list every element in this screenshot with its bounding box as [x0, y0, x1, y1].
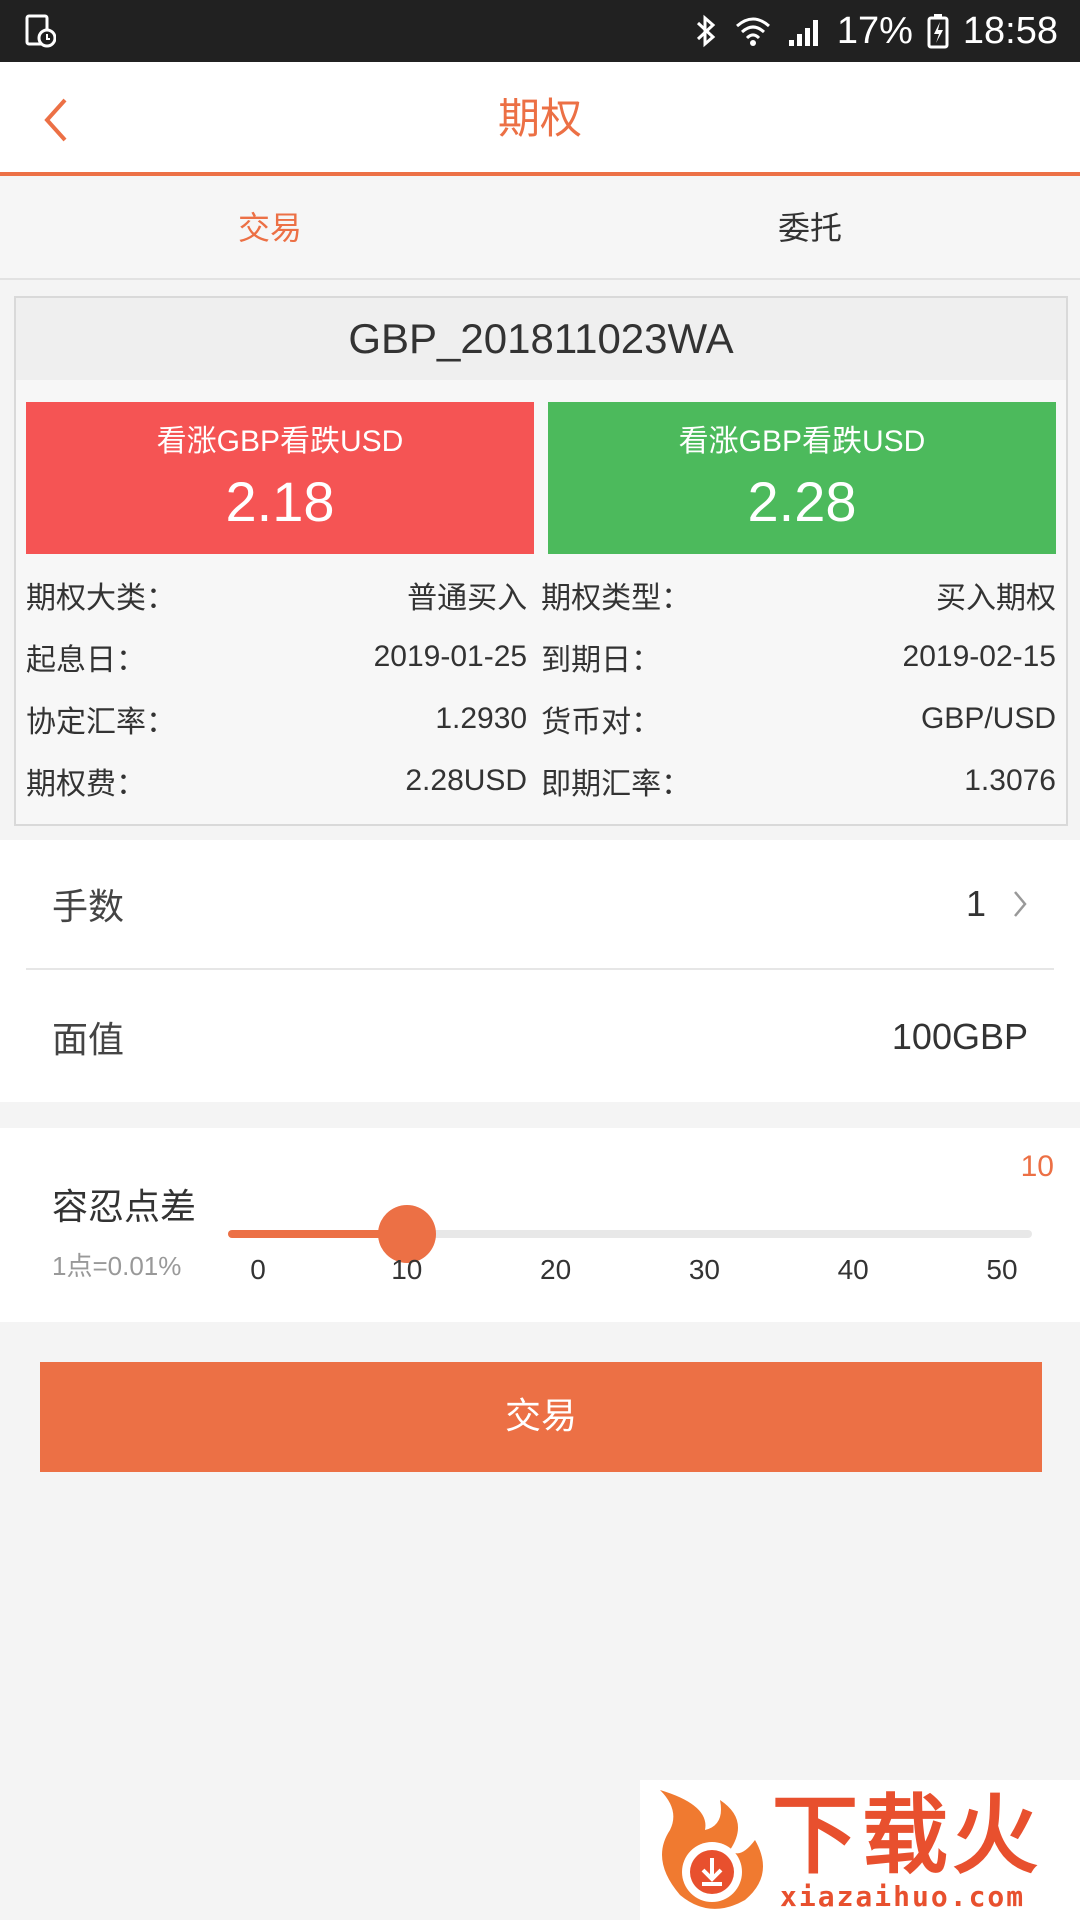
detail-value-date: 起息日： 2019-01-25 [26, 626, 541, 688]
tab-bar: 交易 委托 [0, 180, 1080, 280]
detail-spot-rate: 即期汇率： 1.3076 [541, 750, 1056, 812]
status-bar: 17% 18:58 [0, 0, 1080, 62]
detail-label: 协定汇率： [26, 706, 176, 739]
put-price: 2.28 [747, 470, 857, 533]
slider-tick-label: 30 [688, 1254, 720, 1285]
wifi-icon [735, 17, 770, 46]
clock: 18:58 [962, 9, 1058, 52]
detail-premium: 期权费： 2.28USD [26, 750, 541, 812]
details-row: 协定汇率： 1.2930 货币对： GBP/USD [26, 688, 1056, 750]
face-value-label: 面值 [52, 1020, 125, 1061]
flame-logo-icon [660, 1790, 763, 1909]
detail-label: 期权大类： [26, 582, 176, 615]
tolerance-section: 容忍点差 1点=0.01% 10 0 10 20 30 40 50 [0, 1128, 1080, 1322]
screen-record-icon [25, 14, 56, 48]
battery-percent: 17% [836, 9, 913, 52]
signal-icon [788, 20, 818, 46]
detail-strike-rate: 协定汇率： 1.2930 [26, 688, 541, 750]
order-form: 手数 1 面值 100GBP [0, 840, 1080, 1102]
detail-label: 期权费： [26, 768, 146, 801]
slider-tick-label: 0 [250, 1254, 266, 1285]
detail-label: 到期日： [541, 644, 662, 677]
slider-tick-label: 40 [837, 1254, 869, 1285]
option-card: GBP_201811023WA 看涨GBP看跌USD 2.18 看涨GBP看跌U… [14, 296, 1068, 826]
lots-row[interactable]: 手数 1 [26, 840, 1054, 970]
detail-value: 1.2930 [435, 702, 528, 735]
detail-value: 普通买入 [407, 582, 528, 615]
put-price-button[interactable]: 看涨GBP看跌USD 2.28 [548, 402, 1056, 554]
detail-expiry-date: 到期日： 2019-02-15 [541, 626, 1056, 688]
watermark-url: xiazaihuo.com [780, 1880, 1026, 1913]
face-value-row: 面值 100GBP [26, 972, 1054, 1102]
tolerance-note: 1点=0.01% [52, 1251, 182, 1281]
detail-value: 2019-02-15 [902, 640, 1056, 673]
detail-currency-pair: 货币对： GBP/USD [541, 688, 1056, 750]
put-label: 看涨GBP看跌USD [678, 425, 926, 458]
detail-value: 1.3076 [964, 764, 1056, 797]
detail-value: 2019-01-25 [373, 640, 528, 673]
detail-option-class: 期权大类： 普通买入 [26, 564, 541, 626]
bluetooth-icon [696, 14, 716, 48]
price-row: 看涨GBP看跌USD 2.18 看涨GBP看跌USD 2.28 [26, 402, 1056, 554]
watermark: 下载火 xiazaihuo.com [640, 1780, 1080, 1920]
lots-value: 1 [965, 883, 986, 924]
tolerance-value: 10 [1020, 1150, 1054, 1183]
slider-tick-label: 10 [391, 1254, 423, 1285]
face-value: 100GBP [891, 1016, 1028, 1057]
slider-tick-label: 20 [540, 1254, 572, 1285]
detail-value: 2.28USD [405, 764, 528, 797]
call-price: 2.18 [225, 470, 335, 533]
detail-value: 买入期权 [936, 582, 1056, 615]
details-row: 起息日： 2019-01-25 到期日： 2019-02-15 [26, 626, 1056, 688]
chevron-right-icon [1014, 891, 1027, 917]
tolerance-label: 容忍点差 [52, 1187, 197, 1228]
lots-label: 手数 [52, 887, 125, 928]
trade-button[interactable]: 交易 [40, 1362, 1042, 1472]
detail-label: 货币对： [541, 706, 662, 739]
nav-bar: 期权 [0, 62, 1080, 176]
tab-trade[interactable]: 交易 [0, 180, 540, 278]
details-row: 期权费： 2.28USD 即期汇率： 1.3076 [26, 750, 1056, 812]
detail-label: 起息日： [26, 644, 146, 677]
watermark-text: 下载火 [772, 1786, 1042, 1886]
detail-label: 期权类型： [541, 582, 692, 615]
battery-icon [927, 14, 949, 49]
slider-tick-label: 50 [986, 1254, 1018, 1285]
slider-ticks: 0 10 20 30 40 50 [228, 1254, 1032, 1294]
detail-option-type: 期权类型： 买入期权 [541, 564, 1056, 626]
details-row: 期权大类： 普通买入 期权类型： 买入期权 [26, 564, 1056, 626]
product-name: GBP_201811023WA [16, 298, 1066, 380]
tab-orders[interactable]: 委托 [540, 180, 1080, 278]
page-title: 期权 [497, 94, 582, 143]
detail-label: 即期汇率： [541, 768, 692, 801]
detail-value: GBP/USD [920, 702, 1056, 735]
call-price-button[interactable]: 看涨GBP看跌USD 2.18 [26, 402, 534, 554]
call-label: 看涨GBP看跌USD [156, 425, 404, 458]
details-grid: 期权大类： 普通买入 期权类型： 买入期权 起息日： 2019-01-25 到期日： 2… [26, 564, 1056, 812]
